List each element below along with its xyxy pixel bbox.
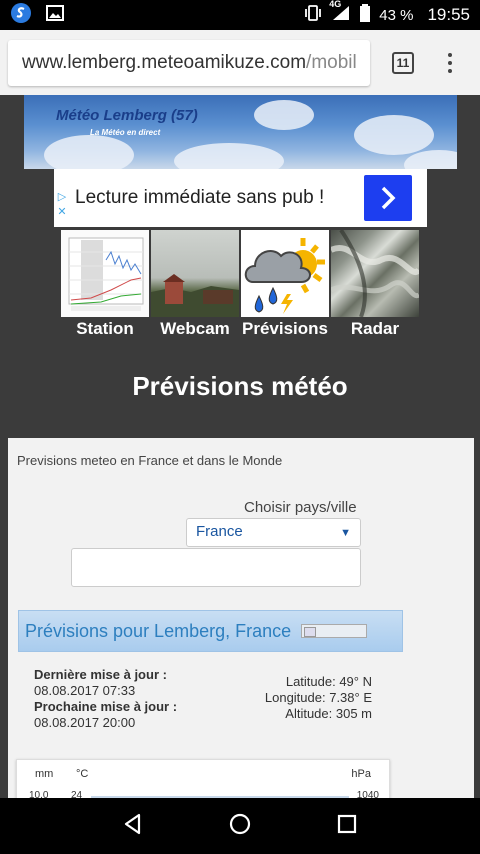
webcam-thumbnail[interactable] <box>151 230 239 317</box>
broken-image-icon <box>301 624 368 638</box>
update-info: Dernière mise à jour : 08.08.2017 07:33 … <box>34 667 177 731</box>
nav-thumbnails <box>61 230 419 317</box>
nav-station-link[interactable]: Station <box>61 319 149 339</box>
recents-icon[interactable] <box>335 812 359 841</box>
home-icon[interactable] <box>228 812 252 841</box>
url-host: www.lemberg.meteoamikuze.com <box>22 51 307 73</box>
web-page: Météo Lemberg (57) La Météo en direct ▷ … <box>0 95 480 798</box>
celsius-axis-label: °C <box>76 768 89 780</box>
forecast-chart: mm °C hPa 10.0 24 1040 <box>16 759 390 798</box>
ad-banner[interactable]: ▷ ✕ Lecture immédiate sans pub ! <box>54 169 427 227</box>
country-select[interactable]: France ▼ <box>186 518 361 547</box>
ad-close-icon[interactable]: ✕ <box>57 206 66 219</box>
hpa-top-value: 1040 <box>356 790 379 798</box>
network-type: 4G <box>329 0 342 9</box>
nav-labels: Station Webcam Prévisions Radar <box>61 319 419 339</box>
nav-forecast-link[interactable]: Prévisions <box>241 319 329 339</box>
mm-axis-label: mm <box>35 768 54 780</box>
ad-text[interactable]: Lecture immédiate sans pub ! <box>75 187 324 209</box>
latitude: Latitude: 49° N <box>285 674 372 689</box>
altitude: Altitude: 305 m <box>285 706 372 721</box>
forecast-title: Prévisions pour Lemberg, France <box>25 620 292 641</box>
forecast-panel: Previsions meteo en France et dans le Mo… <box>8 438 474 798</box>
url-path: /mobil <box>306 51 357 73</box>
address-bar[interactable]: www.lemberg.meteoamikuze.com/mobil <box>8 39 370 86</box>
ad-open-button[interactable] <box>364 175 412 221</box>
choose-location-label: Choisir pays/ville <box>244 499 357 516</box>
battery-icon <box>359 4 371 26</box>
forecast-thumbnail[interactable] <box>241 230 329 317</box>
nav-webcam-link[interactable]: Webcam <box>151 319 239 339</box>
last-update-label: Dernière mise à jour : <box>34 667 167 682</box>
longitude: Longitude: 7.38° E <box>264 690 372 705</box>
next-update-value: 08.08.2017 20:00 <box>34 715 136 730</box>
celsius-top-value: 24 <box>71 790 83 798</box>
page-title: Prévisions météo <box>132 371 348 401</box>
signal-icon: 4G <box>329 0 351 25</box>
tab-count: 11 <box>396 55 410 70</box>
banner-subtitle: La Météo en direct <box>90 128 161 137</box>
back-icon[interactable] <box>121 812 145 841</box>
dropdown-arrow-icon: ▼ <box>340 527 351 539</box>
banner-title: Météo Lemberg (57) <box>56 107 198 124</box>
radar-thumbnail[interactable] <box>331 230 419 317</box>
site-banner[interactable]: Météo Lemberg (57) La Météo en direct <box>24 95 457 169</box>
last-update-value: 08.08.2017 07:33 <box>34 683 136 698</box>
nav-radar-link[interactable]: Radar <box>331 319 419 339</box>
system-nav-bar <box>0 798 480 854</box>
status-bar: 4G 43 % 19:55 <box>0 0 480 30</box>
clock: 19:55 <box>427 5 470 24</box>
hpa-axis-label: hPa <box>351 768 371 780</box>
vibrate-icon <box>303 5 323 25</box>
ad-choices[interactable]: ▷ ✕ <box>54 191 70 219</box>
panel-intro: Previsions meteo en France et dans le Mo… <box>17 453 283 468</box>
station-thumbnail[interactable] <box>61 230 149 317</box>
country-value: France <box>196 523 243 540</box>
tab-switcher-button[interactable]: 11 <box>392 51 414 74</box>
browser-toolbar: www.lemberg.meteoamikuze.com/mobil 11 <box>0 30 480 95</box>
battery-percent: 43 % <box>379 6 414 24</box>
mm-top-value: 10.0 <box>29 790 49 798</box>
image-notification-icon <box>46 5 64 25</box>
city-input[interactable] <box>71 548 361 587</box>
next-update-label: Prochaine mise à jour : <box>34 699 178 714</box>
chevron-right-icon <box>381 186 396 210</box>
overflow-menu-icon[interactable] <box>448 52 452 73</box>
adchoices-icon[interactable]: ▷ <box>58 191 66 204</box>
forecast-header: Prévisions pour Lemberg, France <box>18 610 403 652</box>
location-coordinates: Latitude: 49° N Longitude: 7.38° E Altit… <box>265 674 372 722</box>
app-notification-icon <box>10 2 32 28</box>
